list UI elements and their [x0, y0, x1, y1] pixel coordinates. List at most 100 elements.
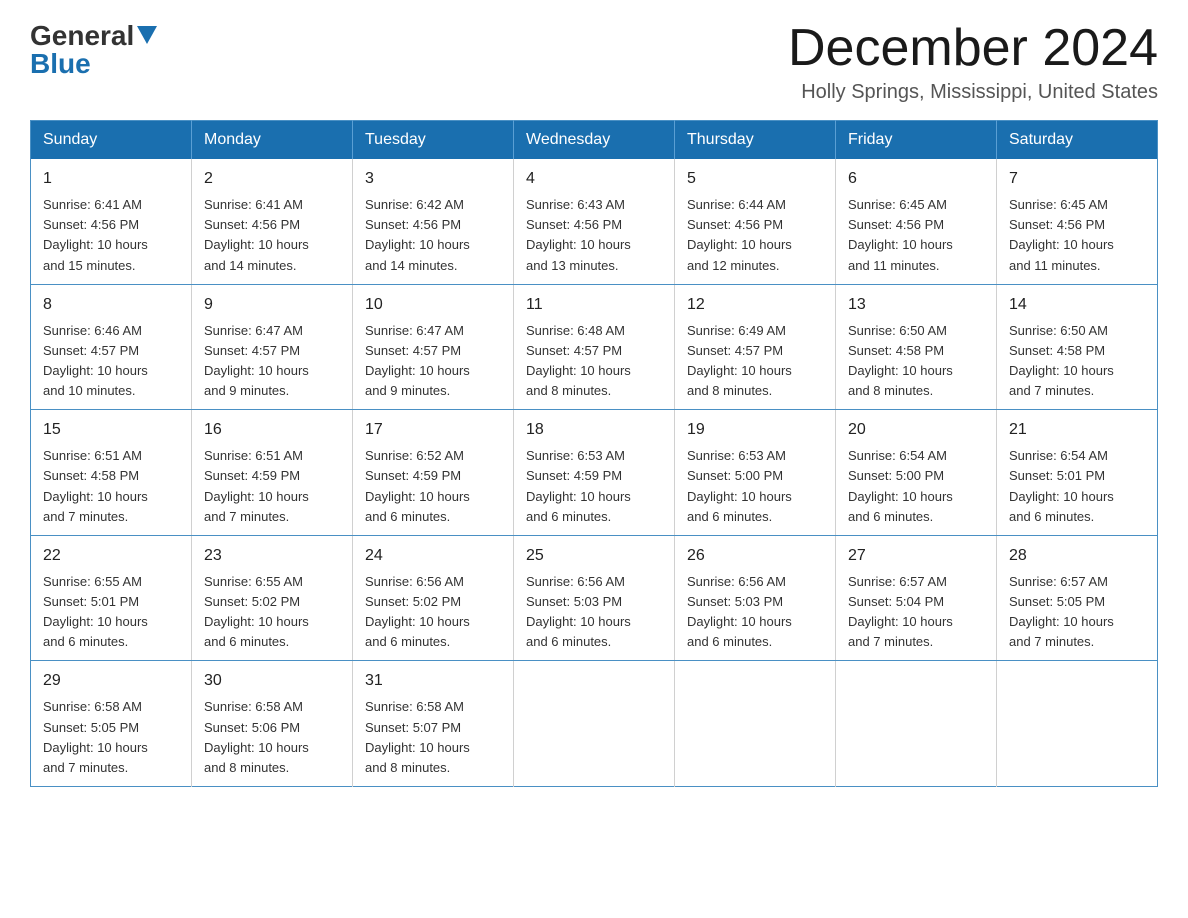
calendar-day: 7 Sunrise: 6:45 AMSunset: 4:56 PMDayligh… [997, 159, 1158, 284]
day-number: 16 [204, 418, 340, 442]
day-info: Sunrise: 6:43 AMSunset: 4:56 PMDaylight:… [526, 197, 631, 272]
header-wednesday: Wednesday [514, 121, 675, 160]
calendar-day: 19 Sunrise: 6:53 AMSunset: 5:00 PMDaylig… [675, 410, 836, 536]
calendar-day: 17 Sunrise: 6:52 AMSunset: 4:59 PMDaylig… [353, 410, 514, 536]
day-number: 20 [848, 418, 984, 442]
day-info: Sunrise: 6:51 AMSunset: 4:58 PMDaylight:… [43, 448, 148, 523]
calendar-day: 11 Sunrise: 6:48 AMSunset: 4:57 PMDaylig… [514, 284, 675, 410]
day-number: 4 [526, 167, 662, 191]
day-number: 25 [526, 544, 662, 568]
day-number: 31 [365, 669, 501, 693]
day-number: 15 [43, 418, 179, 442]
day-info: Sunrise: 6:48 AMSunset: 4:57 PMDaylight:… [526, 323, 631, 398]
calendar-day: 8 Sunrise: 6:46 AMSunset: 4:57 PMDayligh… [31, 284, 192, 410]
calendar-day [836, 661, 997, 787]
day-info: Sunrise: 6:52 AMSunset: 4:59 PMDaylight:… [365, 448, 470, 523]
calendar-week-2: 8 Sunrise: 6:46 AMSunset: 4:57 PMDayligh… [31, 284, 1158, 410]
day-info: Sunrise: 6:54 AMSunset: 5:01 PMDaylight:… [1009, 448, 1114, 523]
weekday-header-row: Sunday Monday Tuesday Wednesday Thursday… [31, 121, 1158, 160]
day-info: Sunrise: 6:58 AMSunset: 5:05 PMDaylight:… [43, 699, 148, 774]
header-friday: Friday [836, 121, 997, 160]
calendar-day: 27 Sunrise: 6:57 AMSunset: 5:04 PMDaylig… [836, 535, 997, 661]
day-info: Sunrise: 6:53 AMSunset: 5:00 PMDaylight:… [687, 448, 792, 523]
day-number: 17 [365, 418, 501, 442]
day-number: 24 [365, 544, 501, 568]
day-info: Sunrise: 6:54 AMSunset: 5:00 PMDaylight:… [848, 448, 953, 523]
day-info: Sunrise: 6:58 AMSunset: 5:06 PMDaylight:… [204, 699, 309, 774]
header-sunday: Sunday [31, 121, 192, 160]
day-info: Sunrise: 6:50 AMSunset: 4:58 PMDaylight:… [1009, 323, 1114, 398]
calendar-week-4: 22 Sunrise: 6:55 AMSunset: 5:01 PMDaylig… [31, 535, 1158, 661]
calendar-day: 16 Sunrise: 6:51 AMSunset: 4:59 PMDaylig… [192, 410, 353, 536]
calendar-day: 26 Sunrise: 6:56 AMSunset: 5:03 PMDaylig… [675, 535, 836, 661]
calendar-day: 18 Sunrise: 6:53 AMSunset: 4:59 PMDaylig… [514, 410, 675, 536]
title-section: December 2024 Holly Springs, Mississippi… [788, 20, 1158, 104]
day-number: 5 [687, 167, 823, 191]
day-number: 1 [43, 167, 179, 191]
day-number: 8 [43, 293, 179, 317]
location-subtitle: Holly Springs, Mississippi, United State… [788, 81, 1158, 104]
day-number: 10 [365, 293, 501, 317]
calendar-day: 23 Sunrise: 6:55 AMSunset: 5:02 PMDaylig… [192, 535, 353, 661]
day-number: 11 [526, 293, 662, 317]
day-info: Sunrise: 6:56 AMSunset: 5:03 PMDaylight:… [687, 574, 792, 649]
calendar-day: 28 Sunrise: 6:57 AMSunset: 5:05 PMDaylig… [997, 535, 1158, 661]
day-info: Sunrise: 6:45 AMSunset: 4:56 PMDaylight:… [1009, 197, 1114, 272]
calendar-week-5: 29 Sunrise: 6:58 AMSunset: 5:05 PMDaylig… [31, 661, 1158, 787]
day-info: Sunrise: 6:53 AMSunset: 4:59 PMDaylight:… [526, 448, 631, 523]
calendar-day: 9 Sunrise: 6:47 AMSunset: 4:57 PMDayligh… [192, 284, 353, 410]
day-number: 12 [687, 293, 823, 317]
day-info: Sunrise: 6:56 AMSunset: 5:02 PMDaylight:… [365, 574, 470, 649]
day-number: 30 [204, 669, 340, 693]
calendar-week-3: 15 Sunrise: 6:51 AMSunset: 4:58 PMDaylig… [31, 410, 1158, 536]
month-title: December 2024 [788, 20, 1158, 77]
day-info: Sunrise: 6:47 AMSunset: 4:57 PMDaylight:… [204, 323, 309, 398]
calendar-day [514, 661, 675, 787]
day-info: Sunrise: 6:47 AMSunset: 4:57 PMDaylight:… [365, 323, 470, 398]
calendar-day: 2 Sunrise: 6:41 AMSunset: 4:56 PMDayligh… [192, 159, 353, 284]
day-info: Sunrise: 6:45 AMSunset: 4:56 PMDaylight:… [848, 197, 953, 272]
header-thursday: Thursday [675, 121, 836, 160]
day-number: 14 [1009, 293, 1145, 317]
day-info: Sunrise: 6:42 AMSunset: 4:56 PMDaylight:… [365, 197, 470, 272]
header-saturday: Saturday [997, 121, 1158, 160]
day-number: 3 [365, 167, 501, 191]
day-number: 26 [687, 544, 823, 568]
calendar-day [997, 661, 1158, 787]
calendar-day: 15 Sunrise: 6:51 AMSunset: 4:58 PMDaylig… [31, 410, 192, 536]
calendar-day: 1 Sunrise: 6:41 AMSunset: 4:56 PMDayligh… [31, 159, 192, 284]
day-info: Sunrise: 6:57 AMSunset: 5:04 PMDaylight:… [848, 574, 953, 649]
day-info: Sunrise: 6:57 AMSunset: 5:05 PMDaylight:… [1009, 574, 1114, 649]
day-number: 22 [43, 544, 179, 568]
calendar-day: 25 Sunrise: 6:56 AMSunset: 5:03 PMDaylig… [514, 535, 675, 661]
calendar-day: 31 Sunrise: 6:58 AMSunset: 5:07 PMDaylig… [353, 661, 514, 787]
calendar-day: 22 Sunrise: 6:55 AMSunset: 5:01 PMDaylig… [31, 535, 192, 661]
day-number: 13 [848, 293, 984, 317]
logo: General Blue [30, 20, 157, 80]
day-number: 21 [1009, 418, 1145, 442]
day-info: Sunrise: 6:56 AMSunset: 5:03 PMDaylight:… [526, 574, 631, 649]
calendar-day: 5 Sunrise: 6:44 AMSunset: 4:56 PMDayligh… [675, 159, 836, 284]
day-info: Sunrise: 6:41 AMSunset: 4:56 PMDaylight:… [43, 197, 148, 272]
calendar-day: 3 Sunrise: 6:42 AMSunset: 4:56 PMDayligh… [353, 159, 514, 284]
day-number: 18 [526, 418, 662, 442]
day-info: Sunrise: 6:55 AMSunset: 5:02 PMDaylight:… [204, 574, 309, 649]
calendar-day: 12 Sunrise: 6:49 AMSunset: 4:57 PMDaylig… [675, 284, 836, 410]
calendar-day: 21 Sunrise: 6:54 AMSunset: 5:01 PMDaylig… [997, 410, 1158, 536]
calendar-table: Sunday Monday Tuesday Wednesday Thursday… [30, 120, 1158, 787]
calendar-day: 10 Sunrise: 6:47 AMSunset: 4:57 PMDaylig… [353, 284, 514, 410]
day-info: Sunrise: 6:41 AMSunset: 4:56 PMDaylight:… [204, 197, 309, 272]
day-info: Sunrise: 6:51 AMSunset: 4:59 PMDaylight:… [204, 448, 309, 523]
calendar-day: 6 Sunrise: 6:45 AMSunset: 4:56 PMDayligh… [836, 159, 997, 284]
day-number: 27 [848, 544, 984, 568]
logo-triangle-icon [137, 26, 157, 49]
calendar-day: 13 Sunrise: 6:50 AMSunset: 4:58 PMDaylig… [836, 284, 997, 410]
calendar-day: 30 Sunrise: 6:58 AMSunset: 5:06 PMDaylig… [192, 661, 353, 787]
calendar-day: 4 Sunrise: 6:43 AMSunset: 4:56 PMDayligh… [514, 159, 675, 284]
header-monday: Monday [192, 121, 353, 160]
calendar-day: 29 Sunrise: 6:58 AMSunset: 5:05 PMDaylig… [31, 661, 192, 787]
day-info: Sunrise: 6:50 AMSunset: 4:58 PMDaylight:… [848, 323, 953, 398]
day-number: 29 [43, 669, 179, 693]
day-number: 28 [1009, 544, 1145, 568]
day-info: Sunrise: 6:49 AMSunset: 4:57 PMDaylight:… [687, 323, 792, 398]
